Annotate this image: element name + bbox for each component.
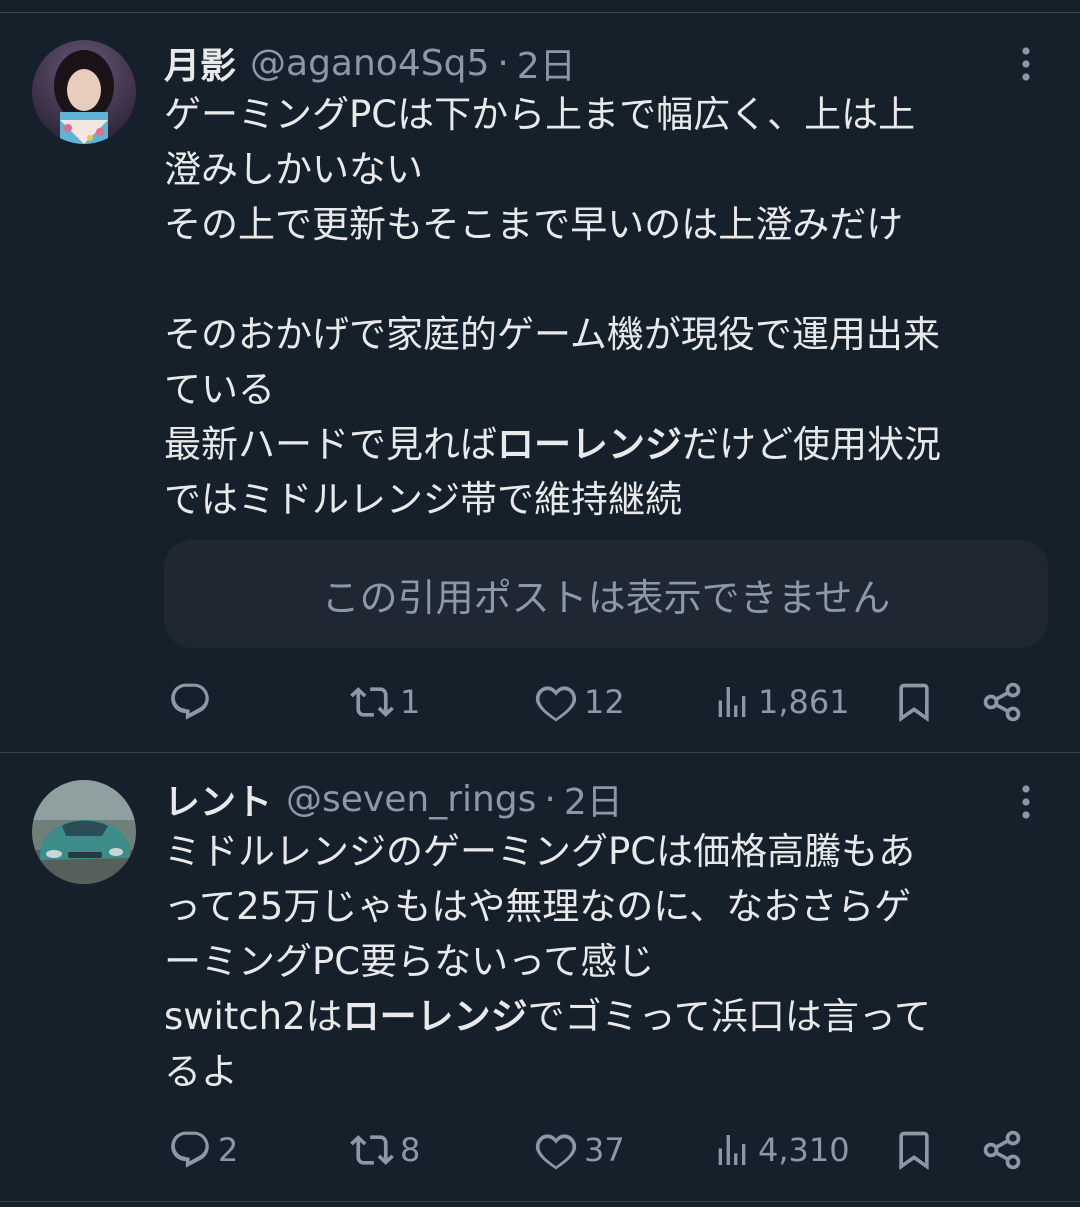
tweet-text-line: って25万じゃもはや無理なのに、なおさらゲ xyxy=(164,879,1054,934)
display-name[interactable]: レント xyxy=(164,773,272,825)
user-avatar-kimono-photo xyxy=(32,40,136,144)
tweet-text-line: ている xyxy=(164,362,1054,417)
avatar[interactable] xyxy=(32,40,136,144)
repost-icon xyxy=(350,680,394,724)
handle[interactable]: @seven_rings xyxy=(286,779,536,820)
bookmark-button[interactable] xyxy=(892,1128,936,1172)
bookmark-icon xyxy=(892,1128,936,1172)
reply-icon xyxy=(168,1128,212,1172)
bold-text-run: ローレンジ xyxy=(342,995,528,1038)
text-run: そのおかげで家庭的ゲーム機が現役で運用出来 xyxy=(164,313,940,356)
views-button[interactable]: 1,861 xyxy=(712,680,850,724)
view-count: 1,861 xyxy=(758,683,850,721)
more-vertical-icon[interactable] xyxy=(1008,782,1044,822)
share-icon xyxy=(980,680,1024,724)
separator: · xyxy=(497,42,509,84)
bookmark-button[interactable] xyxy=(892,680,936,724)
reply-icon xyxy=(168,680,212,724)
repost-count: 1 xyxy=(400,683,421,721)
repost-count: 8 xyxy=(400,1131,421,1169)
tweet-header: レント @seven_rings · 2日 xyxy=(164,773,623,825)
tweet[interactable]: 月影 @agano4Sq5 · 2日 ゲーミングPCは下から上まで幅広く、上は上… xyxy=(0,14,1080,752)
heart-icon xyxy=(534,1128,578,1172)
bold-text-run: ローレンジ xyxy=(497,423,682,466)
view-count: 4,310 xyxy=(758,1131,850,1169)
tweet-divider xyxy=(0,752,1080,753)
tweet-text-line: 澄みしかいない xyxy=(164,142,1054,197)
tweet-header: 月影 @agano4Sq5 · 2日 xyxy=(164,37,576,89)
views-icon xyxy=(712,680,752,724)
text-run: ーミングPC要らないって感じ xyxy=(164,940,655,983)
tweet-text-line: switch2はローレンジでゴミって浜口は言って xyxy=(164,989,1054,1044)
bookmark-icon xyxy=(892,680,936,724)
timestamp[interactable]: 2日 xyxy=(564,773,623,825)
tweet-text: ミドルレンジのゲーミングPCは価格高騰もあ って25万じゃもはや無理なのに、なおさ… xyxy=(164,824,1054,1099)
tweet-text-line: るよ xyxy=(164,1044,1054,1099)
reply-button[interactable] xyxy=(168,680,218,724)
tweet-text-line: 最新ハードで見ればローレンジだけど使用状況 xyxy=(164,417,1054,472)
text-run: 澄みしかいない xyxy=(164,148,423,191)
views-icon xyxy=(712,1128,752,1172)
share-button[interactable] xyxy=(980,1128,1024,1172)
heart-icon xyxy=(534,680,578,724)
reply-count: 2 xyxy=(218,1131,239,1169)
text-run: その上で更新もそこまで早いのは上澄みだけ xyxy=(164,203,904,246)
tweet-text-line xyxy=(164,252,1054,307)
share-button[interactable] xyxy=(980,680,1024,724)
action-bar: 1 12 1,861 xyxy=(0,672,1080,732)
top-divider xyxy=(0,12,1080,13)
separator: · xyxy=(544,778,556,820)
tweet-text-line: ではミドルレンジ帯で維持継続 xyxy=(164,472,1054,527)
text-run: switch2は xyxy=(164,995,343,1038)
tweet-text-line: ミドルレンジのゲーミングPCは価格高騰もあ xyxy=(164,824,1054,879)
text-run: 最新ハードで見れば xyxy=(164,423,497,466)
tweet-text-line: ーミングPC要らないって感じ xyxy=(164,934,1054,989)
text-run: って25万じゃもはや無理なのに、なおさらゲ xyxy=(164,885,912,928)
text-run: るよ xyxy=(164,1050,238,1093)
text-run: ている xyxy=(164,368,275,411)
views-button[interactable]: 4,310 xyxy=(712,1128,850,1172)
repost-icon xyxy=(350,1128,394,1172)
repost-button[interactable]: 8 xyxy=(350,1128,420,1172)
timestamp[interactable]: 2日 xyxy=(517,37,576,89)
quote-unavailable-card: この引用ポストは表示できません xyxy=(164,540,1048,648)
text-run: ゲーミングPCは下から上まで幅広く、上は上 xyxy=(164,93,916,136)
quote-unavailable-text: この引用ポストは表示できません xyxy=(321,575,891,620)
avatar[interactable] xyxy=(32,780,136,884)
tweet-text-line: その上で更新もそこまで早いのは上澄みだけ xyxy=(164,197,1054,252)
tweet-divider xyxy=(0,1201,1080,1202)
tweet-text: ゲーミングPCは下から上まで幅広く、上は上 澄みしかいないその上で更新もそこまで早… xyxy=(164,87,1054,527)
display-name[interactable]: 月影 xyxy=(164,37,236,89)
text-run: ではミドルレンジ帯で維持継続 xyxy=(164,478,682,521)
tweet-text-line: ゲーミングPCは下から上まで幅広く、上は上 xyxy=(164,87,1054,142)
share-icon xyxy=(980,1128,1024,1172)
like-count: 12 xyxy=(584,683,625,721)
like-button[interactable]: 37 xyxy=(534,1128,625,1172)
text-run: ミドルレンジのゲーミングPCは価格高騰もあ xyxy=(164,830,916,873)
like-button[interactable]: 12 xyxy=(534,680,625,724)
text-run: だけど使用状況 xyxy=(682,423,941,466)
repost-button[interactable]: 1 xyxy=(350,680,420,724)
more-vertical-icon[interactable] xyxy=(1008,44,1044,84)
tweet[interactable]: レント @seven_rings · 2日 ミドルレンジのゲーミングPCは価格高… xyxy=(0,754,1080,1201)
text-run: でゴミって浜口は言って xyxy=(527,995,931,1038)
handle[interactable]: @agano4Sq5 xyxy=(250,43,489,84)
action-bar: 2 8 37 4,310 xyxy=(0,1120,1080,1180)
like-count: 37 xyxy=(584,1131,625,1169)
user-avatar-car-photo xyxy=(32,780,136,884)
reply-button[interactable]: 2 xyxy=(168,1128,238,1172)
tweet-text-line: そのおかげで家庭的ゲーム機が現役で運用出来 xyxy=(164,307,1054,362)
